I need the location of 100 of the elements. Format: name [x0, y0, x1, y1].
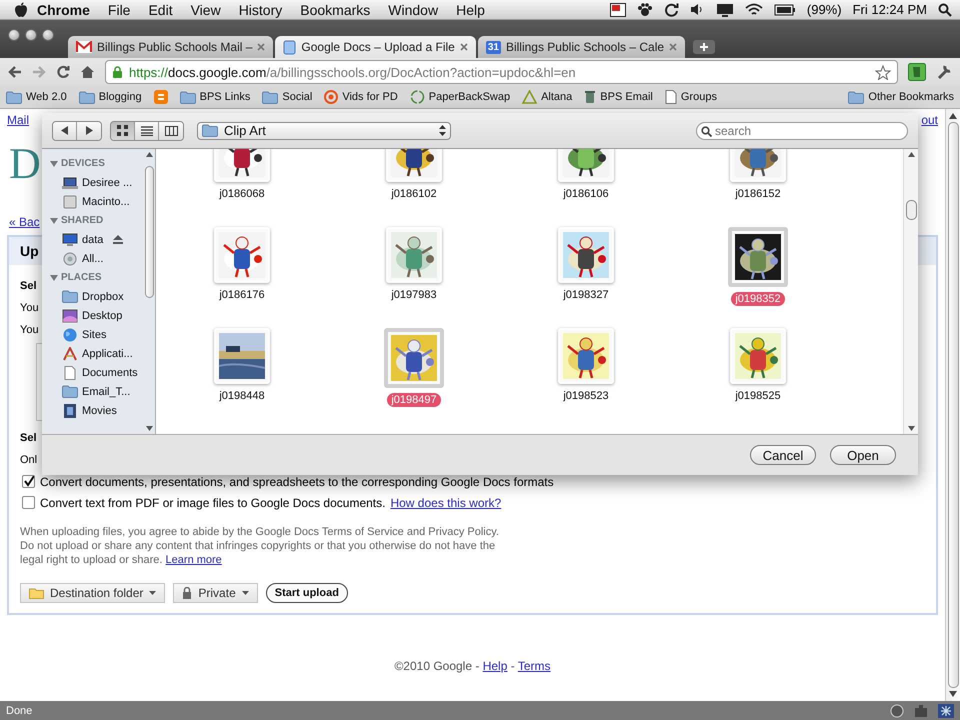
sidebar-item[interactable]: data	[50, 230, 143, 249]
scroll-down-icon[interactable]	[908, 426, 914, 431]
bookmark[interactable]: Other Bookmarks	[848, 90, 954, 104]
sidebar-item[interactable]: Email_T...	[50, 382, 143, 401]
sign-out-link[interactable]: out	[921, 113, 938, 127]
file-name[interactable]: j0198497	[387, 393, 441, 407]
cancel-button[interactable]: Cancel	[750, 445, 816, 465]
home-icon[interactable]	[80, 65, 95, 79]
sidebar-item[interactable]: Desiree ...	[50, 173, 143, 192]
checkbox[interactable]	[22, 496, 35, 509]
back-icon[interactable]	[8, 66, 22, 78]
sidebar-item[interactable]: Applicati...	[50, 344, 143, 363]
menu-item[interactable]: Window	[379, 2, 448, 18]
wrench-icon[interactable]	[936, 64, 952, 80]
new-tab-button[interactable]	[693, 40, 716, 54]
terms-link[interactable]: Terms	[518, 659, 551, 673]
battery-icon[interactable]	[774, 4, 796, 16]
checkbox[interactable]	[22, 475, 35, 488]
view-mode-button[interactable]	[135, 122, 159, 140]
bookmark[interactable]: Altana	[522, 90, 572, 104]
privacy-button[interactable]: Private	[173, 583, 258, 603]
close-icon[interactable]	[669, 43, 678, 51]
blogger-icon[interactable]	[154, 90, 168, 104]
back-link[interactable]: « Bac	[9, 215, 40, 229]
apple-icon[interactable]	[14, 2, 28, 18]
file-name[interactable]: j0186176	[215, 288, 269, 302]
file-thumbnail[interactable]	[728, 227, 788, 287]
paw-icon[interactable]	[636, 2, 653, 16]
file-name[interactable]: j0186068	[215, 187, 269, 201]
file-thumbnail[interactable]	[384, 328, 444, 388]
scroll-down-icon[interactable]	[146, 426, 152, 431]
sync-icon[interactable]	[664, 2, 679, 17]
file-name[interactable]: j0186106	[559, 187, 613, 201]
sidebar-item[interactable]: All...	[50, 249, 143, 268]
bookmark[interactable]: BPS Links	[180, 90, 250, 104]
back-button[interactable]	[53, 122, 77, 140]
menu-item[interactable]: File	[98, 2, 140, 18]
browser-tab[interactable]: 31 Billings Public Schools – Cale	[478, 36, 686, 58]
file-name[interactable]: j0198525	[731, 389, 785, 403]
scroll-thumb[interactable]	[906, 200, 916, 220]
sidebar-item[interactable]: Macinto...	[50, 192, 143, 211]
bookmark[interactable]: BPS Email	[584, 90, 653, 104]
forward-button[interactable]	[77, 122, 101, 140]
scroll-up-icon[interactable]	[908, 152, 914, 157]
wifi-icon[interactable]	[744, 2, 763, 16]
scrollbar[interactable]	[903, 149, 918, 434]
bookmark[interactable]: Groups	[664, 90, 717, 104]
scroll-up-icon[interactable]	[949, 113, 957, 119]
scroll-thumb[interactable]	[144, 166, 154, 298]
file-name[interactable]: j0197983	[387, 288, 441, 302]
mail-link[interactable]: Mail	[7, 113, 30, 127]
file-name[interactable]: j0198352	[731, 292, 785, 306]
reload-icon[interactable]	[56, 65, 70, 79]
clock[interactable]: Fri 12:24 PM	[852, 2, 927, 17]
zoom-button[interactable]	[42, 29, 54, 41]
file-name[interactable]: j0198448	[215, 389, 269, 403]
sidebar-item[interactable]: Desktop	[50, 306, 143, 325]
start-upload-button[interactable]: Start upload	[266, 583, 348, 603]
file-name[interactable]: j0198327	[559, 288, 613, 302]
sidebar-item[interactable]: Documents	[50, 363, 143, 382]
file-name[interactable]: j0186152	[731, 187, 785, 201]
close-icon[interactable]	[460, 43, 468, 51]
menu-item[interactable]: View	[182, 2, 230, 18]
sidebar-item[interactable]: Movies	[50, 401, 143, 420]
sidebar-item[interactable]: Dropbox	[50, 287, 143, 306]
app-menu[interactable]: Chrome	[28, 2, 99, 18]
browser-tab[interactable]: Google Docs – Upload a File	[275, 36, 476, 58]
menu-item[interactable]: History	[230, 2, 292, 18]
bookmark[interactable]: Social	[262, 90, 312, 104]
menu-item[interactable]: Bookmarks	[291, 2, 380, 18]
extension-icon[interactable]	[908, 63, 926, 81]
sidebar-item[interactable]: Sites	[50, 325, 143, 344]
scroll-down-icon[interactable]	[949, 691, 957, 697]
help-link[interactable]: Help	[482, 659, 508, 673]
close-icon[interactable]	[257, 43, 266, 51]
bookmark[interactable]: PaperBackSwap	[410, 90, 510, 104]
disclosure-icon[interactable]	[50, 160, 58, 166]
open-button[interactable]: Open	[830, 445, 896, 465]
disclosure-icon[interactable]	[50, 274, 58, 280]
file-name[interactable]: j0186102	[387, 187, 441, 201]
menu-item[interactable]: Edit	[139, 2, 182, 18]
address-bar[interactable]: https://docs.google.com/a/billingsschools.org/DocAction?action=updoc&hl=en	[105, 60, 898, 84]
destination-folder-button[interactable]: Destination folder	[20, 583, 166, 603]
eject-icon[interactable]	[113, 235, 124, 244]
close-button[interactable]	[8, 29, 20, 41]
flag-icon[interactable]	[610, 2, 626, 16]
location-popup[interactable]: Clip Art	[197, 122, 451, 140]
disclosure-icon[interactable]	[50, 218, 58, 224]
learn-more-link[interactable]: Learn more	[166, 554, 222, 566]
search-icon[interactable]	[938, 2, 952, 16]
view-mode-button[interactable]	[111, 122, 135, 140]
bookmark[interactable]: Web 2.0	[6, 90, 67, 104]
bookmark[interactable]: Vids for PD	[324, 90, 398, 104]
file-name[interactable]: j0198523	[559, 389, 613, 403]
scroll-up-icon[interactable]	[146, 152, 152, 157]
scrollbar[interactable]	[945, 109, 960, 701]
search-field[interactable]: search	[696, 122, 908, 140]
display-icon[interactable]	[716, 2, 734, 16]
minimize-button[interactable]	[25, 29, 37, 41]
scroll-thumb[interactable]	[948, 122, 958, 688]
